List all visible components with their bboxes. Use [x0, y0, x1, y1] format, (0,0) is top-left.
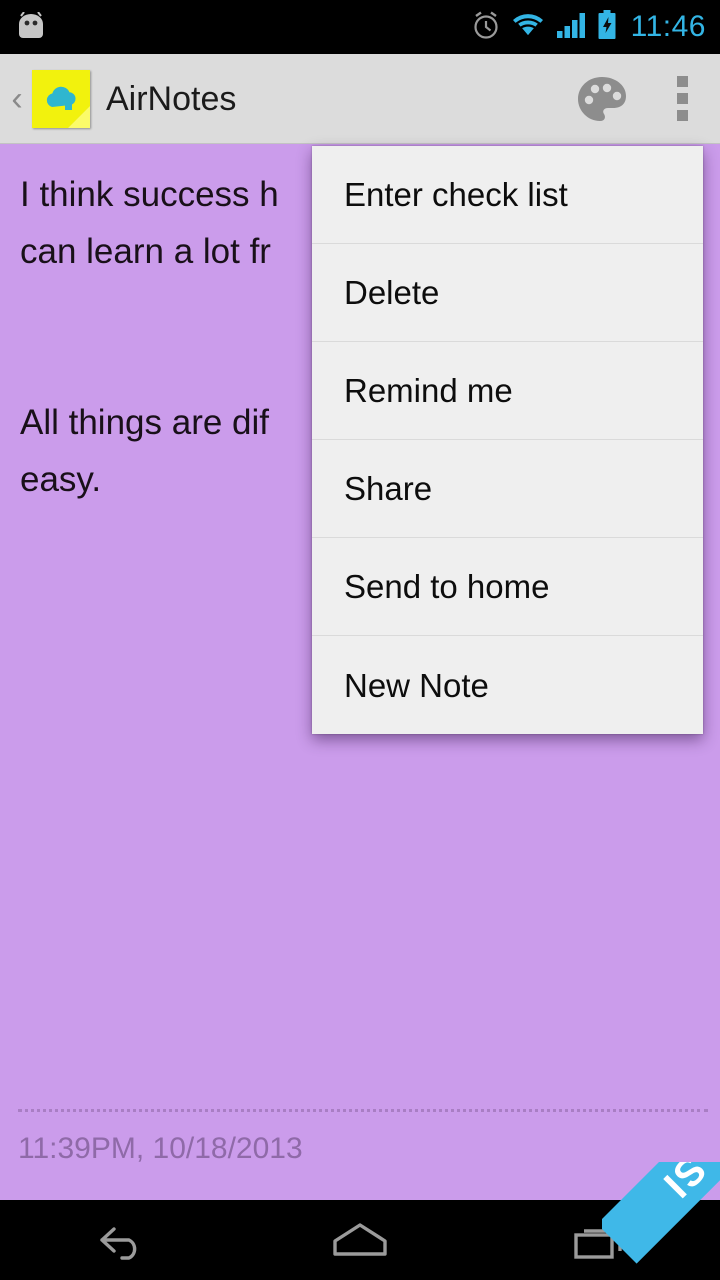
system-navigation-bar: [0, 1200, 720, 1280]
menu-item-send-to-home[interactable]: Send to home: [312, 538, 703, 636]
status-bar-icons: 11:46: [472, 9, 720, 45]
app-title: AirNotes: [106, 79, 237, 118]
action-bar: ‹ AirNotes: [0, 54, 720, 144]
status-bar-notifications: [0, 10, 46, 43]
menu-item-remind-me[interactable]: Remind me: [312, 342, 703, 440]
wifi-icon: [511, 11, 545, 44]
home-icon[interactable]: [240, 1200, 480, 1280]
status-bar-clock: 11:46: [630, 10, 706, 43]
note-timestamp: 11:39PM, 10/18/2013: [18, 1132, 303, 1165]
back-icon[interactable]: [0, 1200, 240, 1280]
up-navigation-chevron-icon[interactable]: ‹: [4, 82, 30, 116]
menu-item-delete[interactable]: Delete: [312, 244, 703, 342]
note-divider: [18, 1109, 708, 1112]
overflow-dot: [676, 76, 688, 87]
overflow-popup-menu: Enter check list Delete Remind me Share …: [312, 146, 703, 734]
menu-item-share[interactable]: Share: [312, 440, 703, 538]
menu-item-enter-check-list[interactable]: Enter check list: [312, 146, 703, 244]
overflow-menu-icon[interactable]: [644, 54, 720, 144]
menu-item-new-note[interactable]: New Note: [312, 636, 703, 734]
battery-charging-icon: [597, 9, 617, 45]
palette-icon[interactable]: [560, 54, 644, 144]
cellular-signal-icon: [556, 11, 586, 44]
status-bar: 11:46: [0, 0, 720, 54]
alarm-clock-icon: [472, 10, 500, 45]
app-screen: 11:46 ‹ AirNotes I think success h can l…: [0, 0, 720, 1280]
sticky-note-cloud-icon[interactable]: [32, 69, 90, 128]
recents-icon[interactable]: [480, 1200, 720, 1280]
overflow-dot: [676, 110, 688, 121]
android-robot-icon: [16, 10, 46, 43]
overflow-dot: [676, 93, 688, 104]
action-bar-buttons: [560, 54, 720, 144]
